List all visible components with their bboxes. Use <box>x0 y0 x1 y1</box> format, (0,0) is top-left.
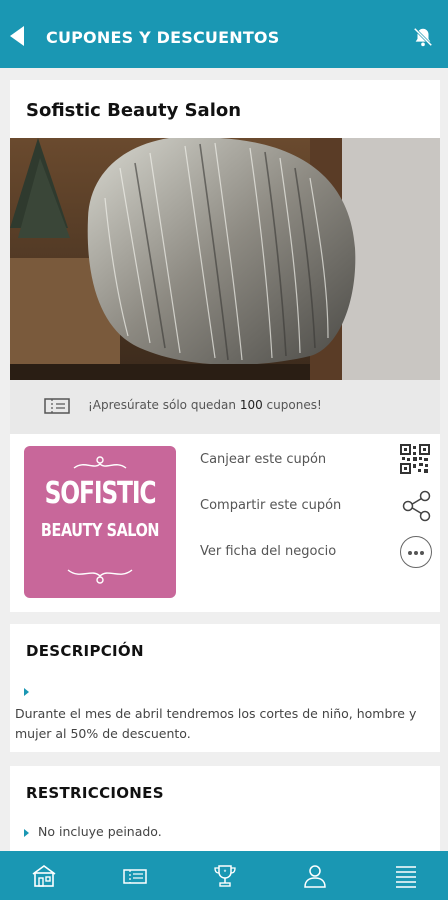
bottom-nav <box>0 851 448 900</box>
bullet-icon <box>24 688 29 696</box>
restriction-item: No incluye peinado. <box>38 824 162 839</box>
remaining-prefix: ¡Apresúrate sólo quedan <box>88 398 240 412</box>
coupons-icon[interactable] <box>122 863 148 889</box>
share-icon[interactable] <box>400 490 432 522</box>
bullet-icon <box>24 829 29 837</box>
logo-line-1: SOFISTIC <box>44 476 157 511</box>
trophy-icon[interactable] <box>212 863 238 889</box>
coupon-photo <box>10 138 440 380</box>
ticket-icon <box>44 398 70 414</box>
business-name: Sofistic Beauty Salon <box>26 100 242 121</box>
remaining-coupons-banner: ¡Apresúrate sólo quedan 100 cupones! <box>10 380 440 434</box>
page-title: CUPONES Y DESCUENTOS <box>46 28 280 47</box>
business-logo: SOFISTIC BEAUTY SALON <box>24 446 176 598</box>
description-title: DESCRIPCIÓN <box>26 642 144 660</box>
more-options-icon[interactable] <box>400 536 432 568</box>
logo-line-2: BEAUTY SALON <box>40 520 160 541</box>
description-section: DESCRIPCIÓN Durante el mes de abril tend… <box>10 624 440 752</box>
back-arrow-icon[interactable] <box>8 24 28 48</box>
restrictions-title: RESTRICCIONES <box>26 784 164 802</box>
home-icon[interactable] <box>31 863 57 889</box>
coupon-card: Sofistic Beauty Salon ¡Apresúrate sólo q… <box>10 80 440 612</box>
remaining-count: 100 <box>239 398 263 412</box>
business-details-link[interactable]: Ver ficha del negocio <box>200 544 336 559</box>
redeem-coupon-link[interactable]: Canjear este cupón <box>200 452 326 467</box>
bell-off-icon[interactable] <box>412 26 434 48</box>
app-bar: CUPONES Y DESCUENTOS <box>0 0 448 68</box>
share-coupon-link[interactable]: Compartir este cupón <box>200 498 341 513</box>
menu-icon[interactable] <box>393 863 419 889</box>
qr-code-icon[interactable] <box>400 444 430 474</box>
restrictions-section: RESTRICCIONES No incluye peinado. <box>10 766 440 856</box>
remaining-coupons-text: ¡Apresúrate sólo quedan 100 cupones! <box>88 398 322 412</box>
description-text: Durante el mes de abril tendremos los co… <box>15 706 417 741</box>
remaining-suffix: cupones! <box>262 398 322 412</box>
profile-icon[interactable] <box>302 863 328 889</box>
